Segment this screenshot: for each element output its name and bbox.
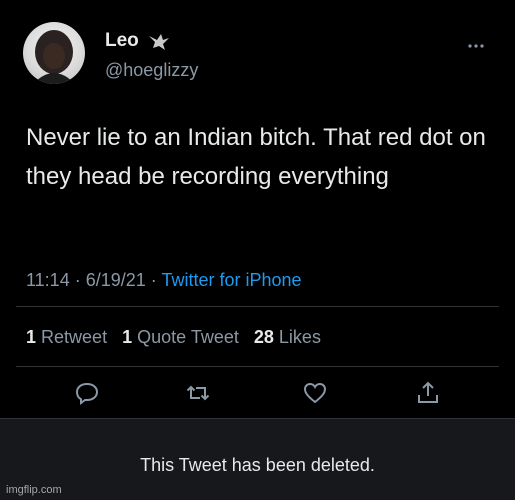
tweet-meta: 11:14 · 6/19/21 · Twitter for iPhone — [26, 270, 302, 291]
divider — [16, 366, 499, 367]
retweet-label: Retweet — [41, 327, 108, 347]
eagle-icon — [147, 30, 171, 52]
more-icon[interactable] — [467, 36, 485, 52]
watermark: imgflip.com — [6, 484, 62, 496]
reply-icon[interactable] — [74, 380, 100, 406]
display-name[interactable]: Leo — [105, 30, 139, 52]
quote-stat[interactable]: 1 Quote Tweet — [122, 327, 239, 347]
tweet-source-link[interactable]: Twitter for iPhone — [161, 270, 301, 290]
like-label: Likes — [278, 327, 321, 347]
like-stat[interactable]: 28 Likes — [254, 327, 321, 347]
retweet-count: 1 — [26, 327, 37, 347]
like-count: 28 — [253, 327, 274, 347]
retweet-icon[interactable] — [185, 380, 211, 406]
tweet: Leo @hoeglizzy Never lie to an Indian bi… — [0, 0, 515, 410]
tweet-stats: 1 Retweet 1 Quote Tweet 28 Likes — [26, 327, 321, 348]
user-handle[interactable]: @hoeglizzy — [105, 60, 198, 81]
tweet-timestamp[interactable]: 11:14 · 6/19/21 · — [26, 270, 161, 290]
retweet-stat[interactable]: 1 Retweet — [26, 327, 107, 347]
divider — [16, 306, 499, 307]
like-icon[interactable] — [302, 380, 328, 406]
quote-label: Quote Tweet — [137, 327, 239, 347]
quote-count: 1 — [122, 327, 133, 347]
share-icon[interactable] — [415, 380, 441, 406]
tweet-text: Never lie to an Indian bitch. That red d… — [26, 124, 486, 190]
deleted-notice: This Tweet has been deleted. — [140, 455, 375, 475]
deleted-tweet-banner: This Tweet has been deleted. — [0, 418, 515, 500]
avatar[interactable] — [23, 22, 85, 84]
